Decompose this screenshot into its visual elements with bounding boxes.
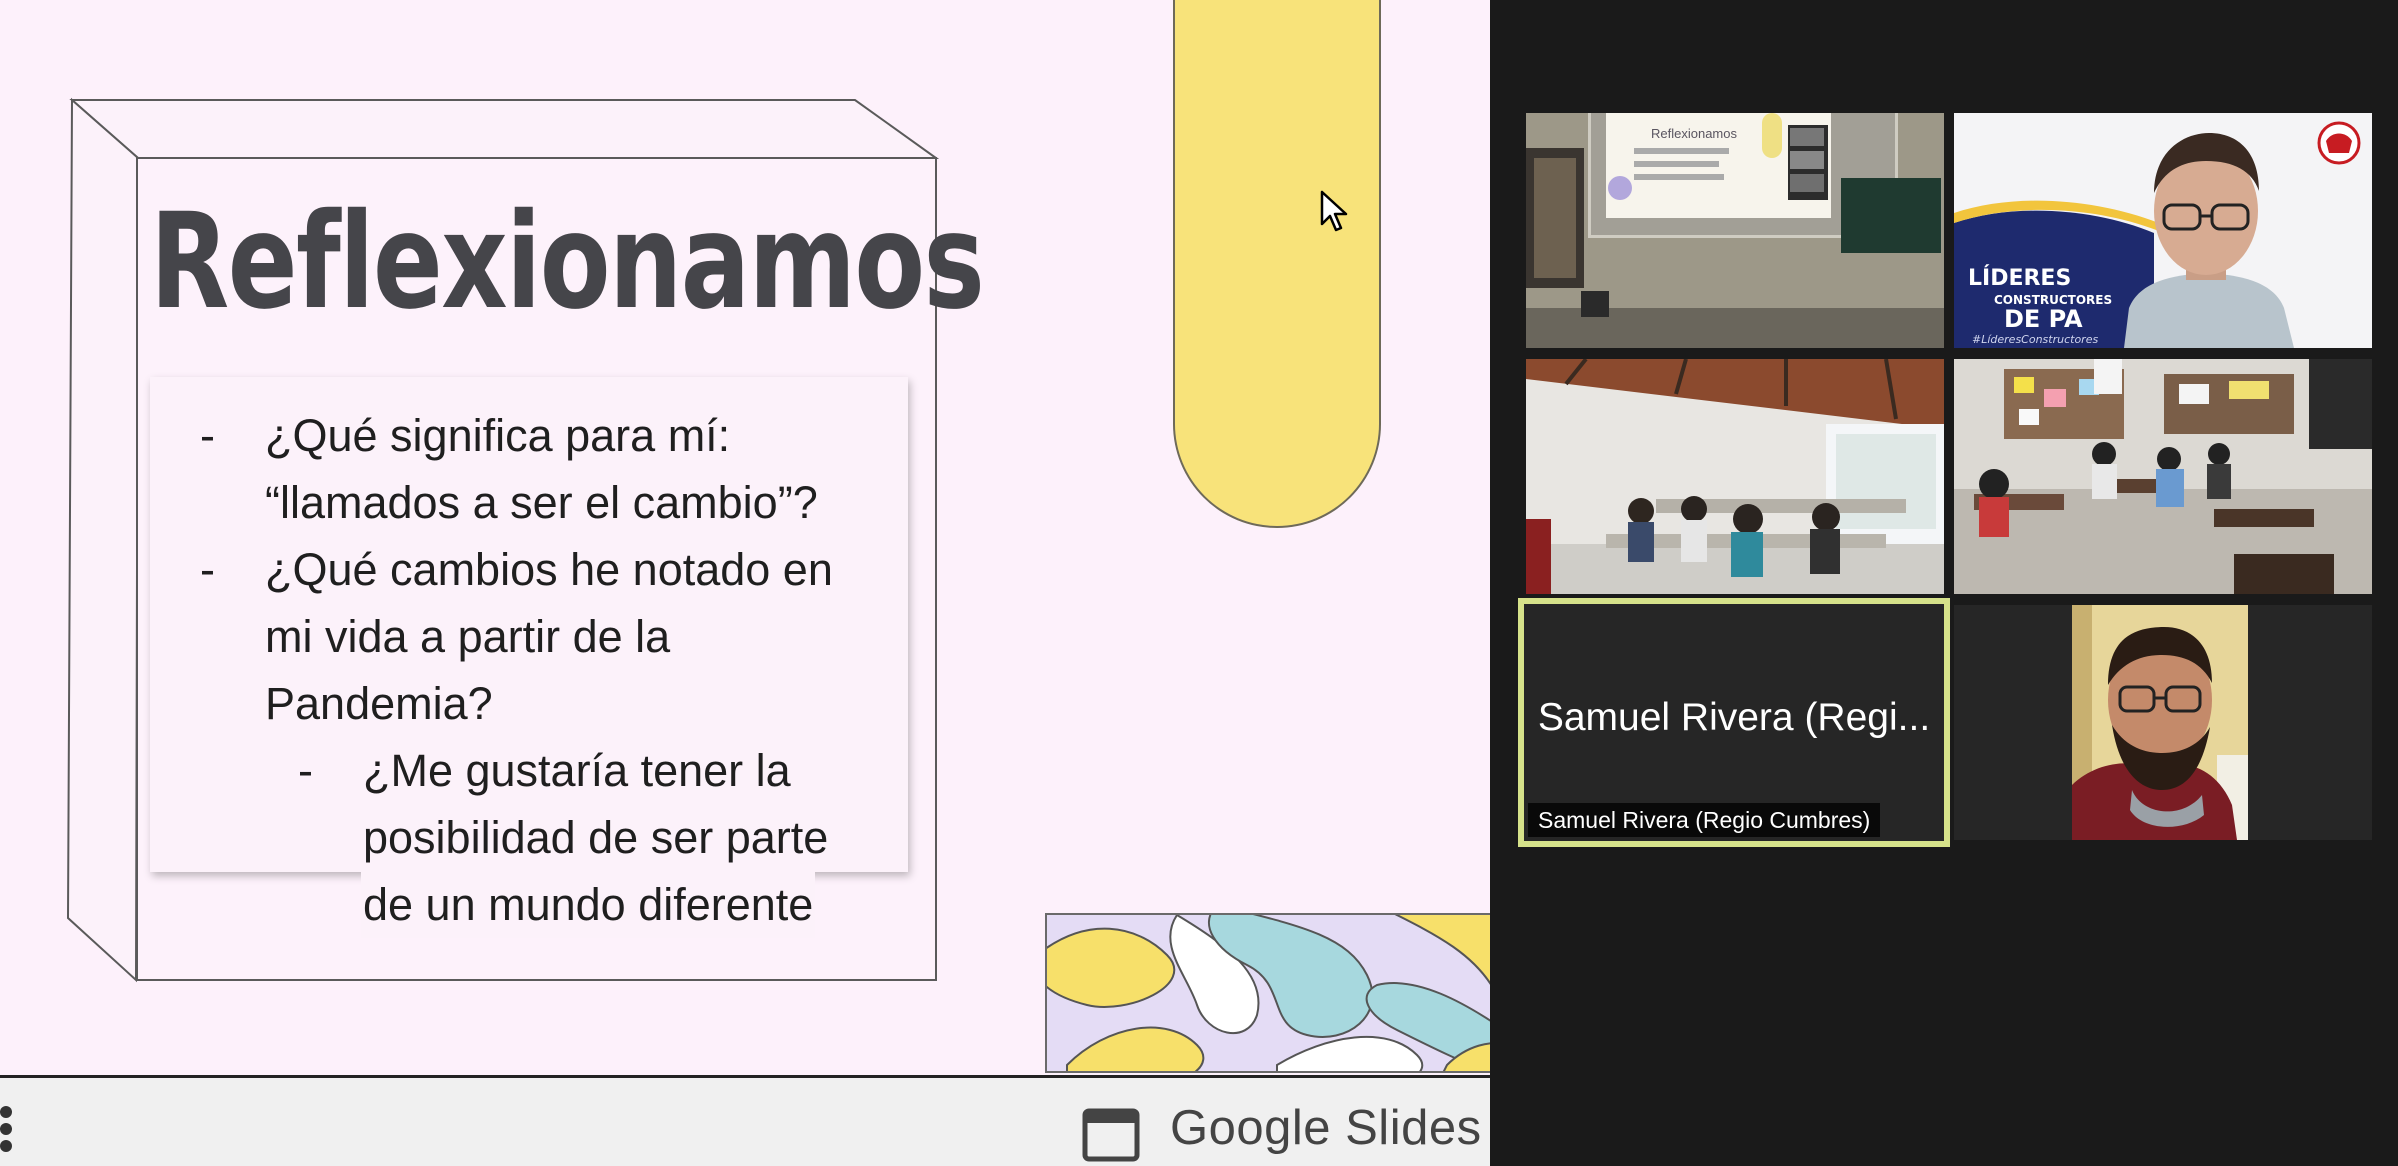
shared-screen: Reflexionamos - ¿Qué significa para mí: … [0, 0, 1490, 1166]
decorative-yellow-pill [1173, 0, 1381, 528]
more-options-icon[interactable] [0, 1106, 14, 1162]
slide-canvas: Reflexionamos - ¿Qué significa para mí: … [0, 0, 1490, 1075]
video-tile-classroom-projector[interactable]: Reflexionamos [1526, 113, 1944, 348]
video-gallery: Reflexionamos LÍDERES CONSTRUCTORES DE P… [1490, 0, 2398, 1166]
slides-presenter-bar: Google Slides [0, 1075, 1490, 1166]
bullet-2-line-1: ¿Qué cambios he notado en [265, 544, 833, 595]
video-tile-teacher-1[interactable]: LÍDERES CONSTRUCTORES DE PA #LíderesCons… [1954, 113, 2372, 348]
bullet-dash: - [200, 544, 215, 595]
bullet-1-line-2: “llamados a ser el cambio”? [265, 477, 818, 528]
sub-bullet-line-3: de un mundo diferente [361, 871, 816, 938]
banner-text-line-1: LÍDERES [1968, 266, 2072, 291]
sub-bullet-dash: - [298, 745, 313, 796]
slide-title: Reflexionamos [150, 185, 985, 339]
video-tile-classroom-3[interactable] [1954, 359, 2372, 594]
classroom-video [1526, 359, 1944, 594]
bullet-2-line-3: Pandemia? [265, 678, 493, 729]
bullet-2-line-2: mi vida a partir de la [265, 611, 671, 662]
participant-name-tag: Samuel Rivera (Regio Cumbres) [1528, 803, 1881, 837]
video-tile-teacher-2[interactable] [1954, 605, 2372, 840]
google-slides-icon [1082, 1108, 1140, 1162]
banner-hashtag: #LíderesConstructores [1972, 333, 2099, 346]
classroom-video: Reflexionamos [1526, 113, 1944, 348]
mouse-cursor-icon [1320, 190, 1348, 232]
bullet-dash: - [200, 410, 215, 461]
bullet-list-card: - ¿Qué significa para mí: “llamados a se… [150, 377, 908, 872]
banner-text-line-3: DE PA [2004, 305, 2083, 333]
video-tile-samuel[interactable]: Samuel Rivera (Regi... Samuel Rivera (Re… [1518, 598, 1950, 847]
google-slides-label: Google Slides [1170, 1101, 1482, 1155]
bullet-1-line-1: ¿Qué significa para mí: [265, 410, 731, 461]
participant-display-name: Samuel Rivera (Regi... [1537, 696, 1931, 739]
teacher-2-camera [2072, 605, 2248, 840]
sub-bullet-line-1: ¿Me gustaría tener la [363, 745, 791, 796]
sub-bullet-line-2: posibilidad de ser parte [363, 812, 829, 863]
projector-slide-title: Reflexionamos [1651, 126, 1737, 141]
video-tile-classroom-2[interactable] [1526, 359, 1944, 594]
decorative-wavy-pattern [1045, 913, 1490, 1073]
classroom-video [1954, 359, 2372, 594]
